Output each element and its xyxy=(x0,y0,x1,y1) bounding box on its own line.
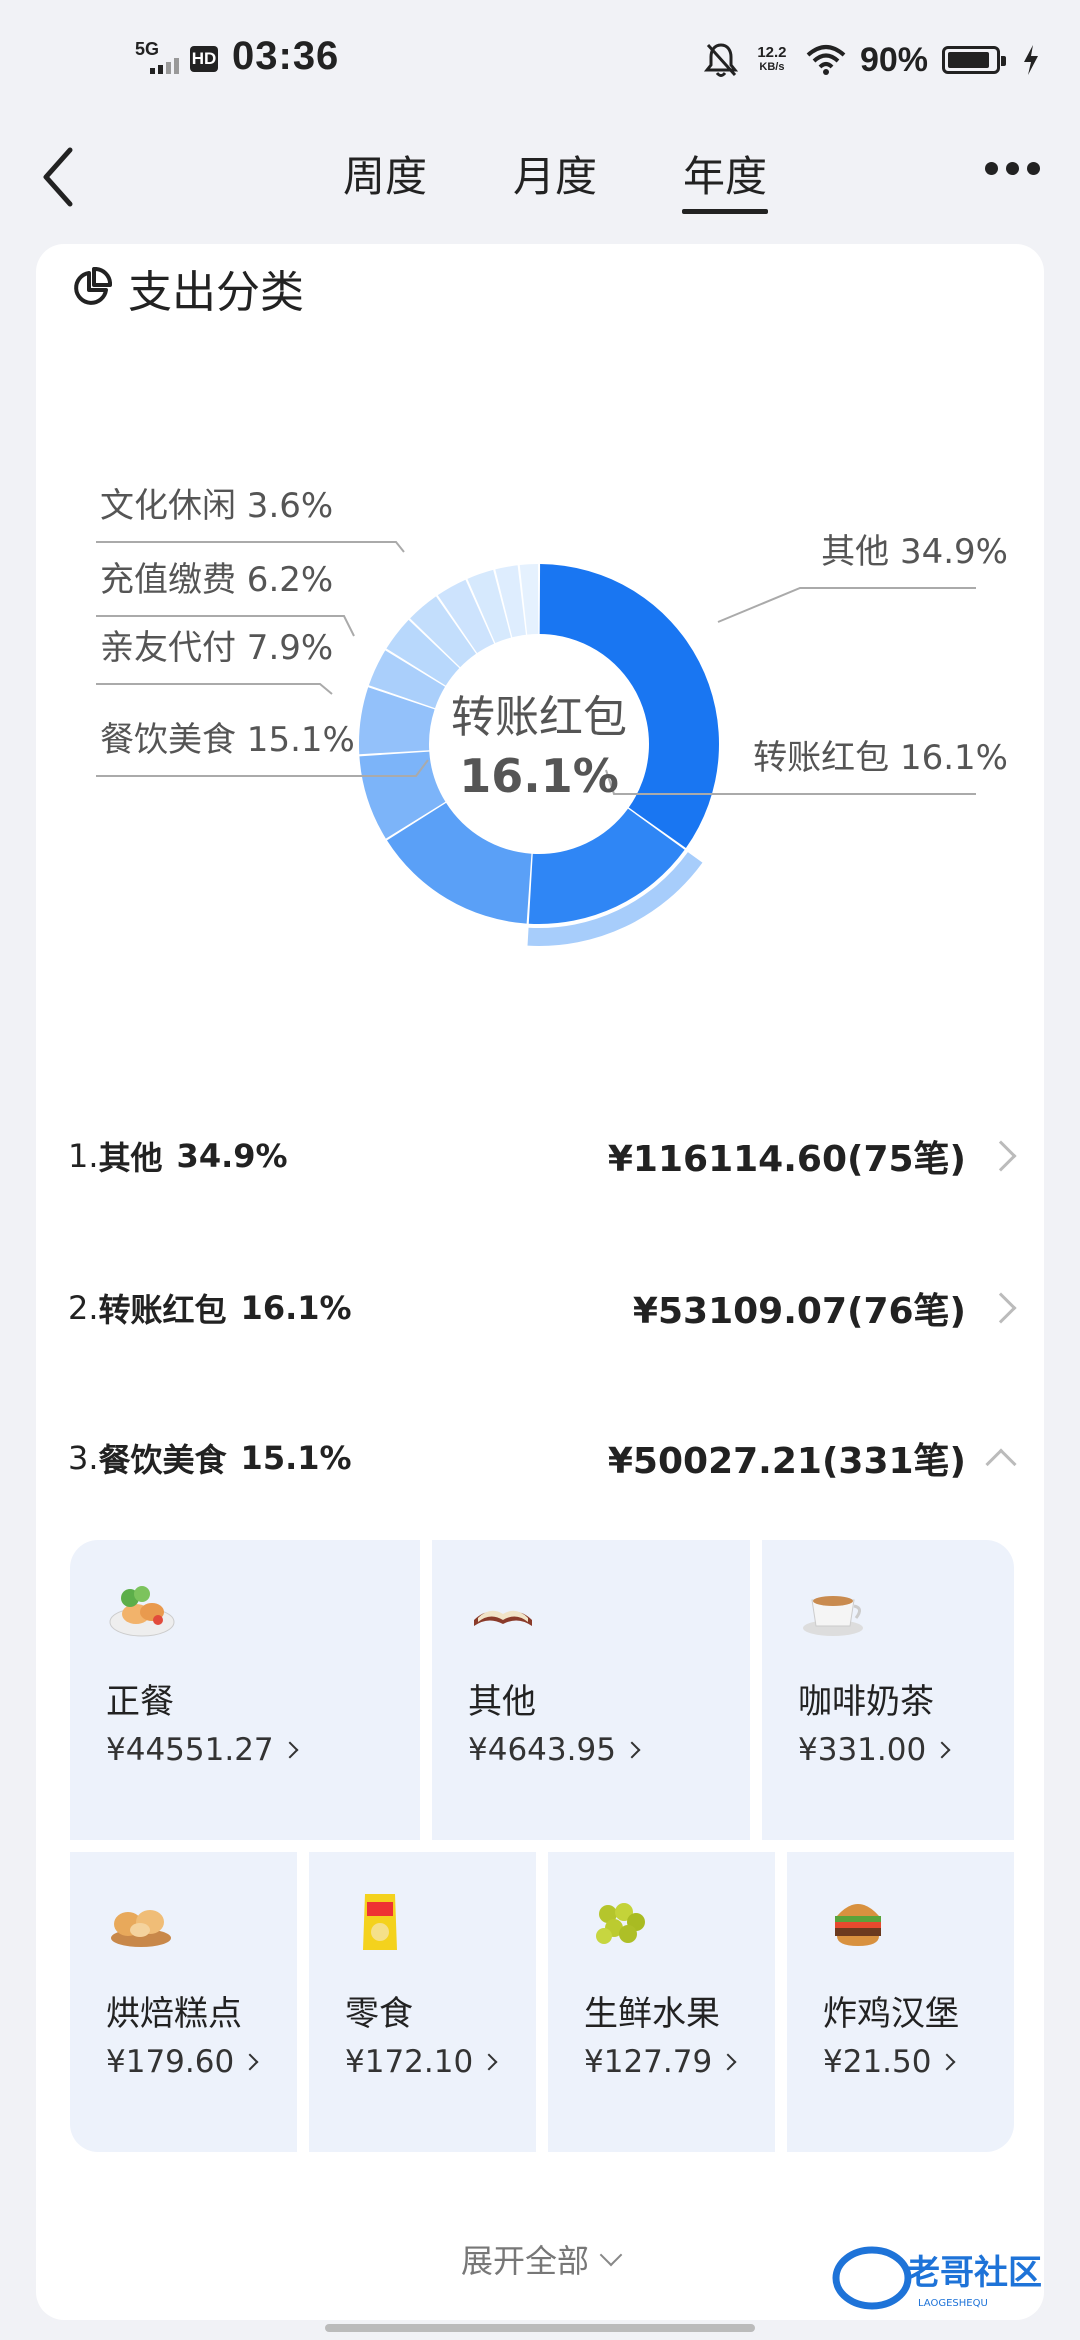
subcategory-tile[interactable]: 其他 ¥4643.95 xyxy=(432,1540,750,1840)
charging-icon xyxy=(1024,45,1038,75)
chevron-right-icon xyxy=(938,2053,956,2071)
bread-icon xyxy=(111,1910,171,1947)
wifi-icon xyxy=(806,45,846,75)
label-qinyou: 亲友代付 7.9% xyxy=(100,628,334,668)
ranking-amount: ¥53109.07(76笔) xyxy=(632,1291,966,1332)
chevron-up-icon xyxy=(985,1448,1017,1480)
label-zhuanzhang: 转账红包 16.1% xyxy=(753,738,1008,778)
battery-percent: 90% xyxy=(859,40,928,79)
signal-icon xyxy=(150,58,179,74)
label-canyin: 餐饮美食 15.1% xyxy=(100,720,355,760)
grapes-icon xyxy=(596,1903,645,1944)
ranking-row-1[interactable]: 1. 其他 34.9% ¥116114.60(75笔) xyxy=(68,1116,1017,1196)
label-qita: 其他 34.9% xyxy=(821,532,1008,572)
status-bar: 5G HD 03:36 12.2 KB/s 90% xyxy=(0,0,1080,120)
watermark-sub: LAOGESHEQU xyxy=(918,2298,988,2309)
label-wenhua: 文化休闲 3.6% xyxy=(100,486,334,526)
section-title: 支出分类 xyxy=(128,267,304,318)
network-indicator: 5G xyxy=(135,39,160,59)
ranking-amount: ¥116114.60(75笔) xyxy=(607,1139,966,1180)
top-nav: 周度 月度 年度 xyxy=(0,120,1080,240)
mute-bell-icon xyxy=(703,43,738,77)
leader-line xyxy=(96,541,405,553)
coffee-icon xyxy=(803,1596,863,1636)
burger-icon xyxy=(835,1904,881,1946)
label-chongzhi: 充值缴费 6.2% xyxy=(100,560,334,600)
tab-year[interactable]: 年度 xyxy=(640,142,810,212)
chevron-right-icon xyxy=(985,1140,1017,1172)
tab-month[interactable]: 月度 xyxy=(470,142,640,212)
status-time: 03:36 xyxy=(232,34,340,78)
subcategory-tile[interactable]: 生鲜水果 ¥127.79 xyxy=(548,1852,775,2152)
salad-icon xyxy=(109,1586,175,1637)
ranking-row-2[interactable]: 2. 转账红包 16.1% ¥53109.07(76笔) xyxy=(68,1268,1017,1348)
chevron-right-icon xyxy=(623,1741,641,1759)
chevron-down-icon xyxy=(599,2243,623,2267)
subcategory-tile[interactable]: 正餐 ¥44551.27 xyxy=(70,1540,420,1840)
watermark-logo: 老哥社区 LAOGESHEQU xyxy=(832,2246,1042,2310)
subcategory-tile[interactable]: 烘焙糕点 ¥179.60 xyxy=(70,1852,297,2152)
chevron-right-icon xyxy=(933,1741,951,1759)
chevron-right-icon xyxy=(281,1741,299,1759)
chevron-right-icon xyxy=(719,2053,737,2071)
chevron-right-icon xyxy=(985,1292,1017,1324)
ranking-amount: ¥50027.21(331笔) xyxy=(607,1441,966,1482)
section-header: 支出分类 xyxy=(70,256,304,320)
ranking-row-3[interactable]: 3. 餐饮美食 15.1% ¥50027.21(331笔) xyxy=(68,1418,1017,1498)
tab-week[interactable]: 周度 xyxy=(300,142,470,212)
book-icon xyxy=(474,1610,532,1626)
subcategory-grid: 正餐 ¥44551.27 其他 ¥4643.95 咖啡奶茶 ¥331.00 烘焙… xyxy=(70,1540,1014,2164)
donut-center-label: 转账红包 xyxy=(451,692,627,743)
chevron-right-icon xyxy=(241,2053,259,2071)
hd-badge: HD xyxy=(190,46,218,72)
battery-icon xyxy=(942,46,1006,74)
chips-icon xyxy=(363,1894,397,1950)
subcategory-tile[interactable]: 炸鸡汉堡 ¥21.50 xyxy=(787,1852,1014,2152)
pie-chart-icon xyxy=(74,267,112,305)
subcategory-tile[interactable]: 咖啡奶茶 ¥331.00 xyxy=(762,1540,1014,1840)
expense-category-card: 支出分类 转账红包 16.1% 文化休闲 3.6% 充值缴费 6.2% 亲友代付 … xyxy=(36,244,1044,2320)
donut-center-value: 16.1% xyxy=(459,749,619,803)
subcategory-tile[interactable]: 零食 ¥172.10 xyxy=(309,1852,536,2152)
leader-line xyxy=(717,587,976,623)
back-icon[interactable] xyxy=(38,142,88,212)
more-icon[interactable] xyxy=(985,162,1040,175)
period-tabs: 周度 月度 年度 xyxy=(300,142,810,212)
watermark-text: 老哥社区 xyxy=(906,2253,1042,2293)
home-indicator xyxy=(325,2324,755,2332)
chevron-right-icon xyxy=(480,2053,498,2071)
leader-line xyxy=(96,683,333,695)
donut-chart: 转账红包 16.1% 文化休闲 3.6% 充值缴费 6.2% 亲友代付 7.9% … xyxy=(36,486,1044,1054)
network-speed: 12.2 KB/s xyxy=(757,44,787,73)
